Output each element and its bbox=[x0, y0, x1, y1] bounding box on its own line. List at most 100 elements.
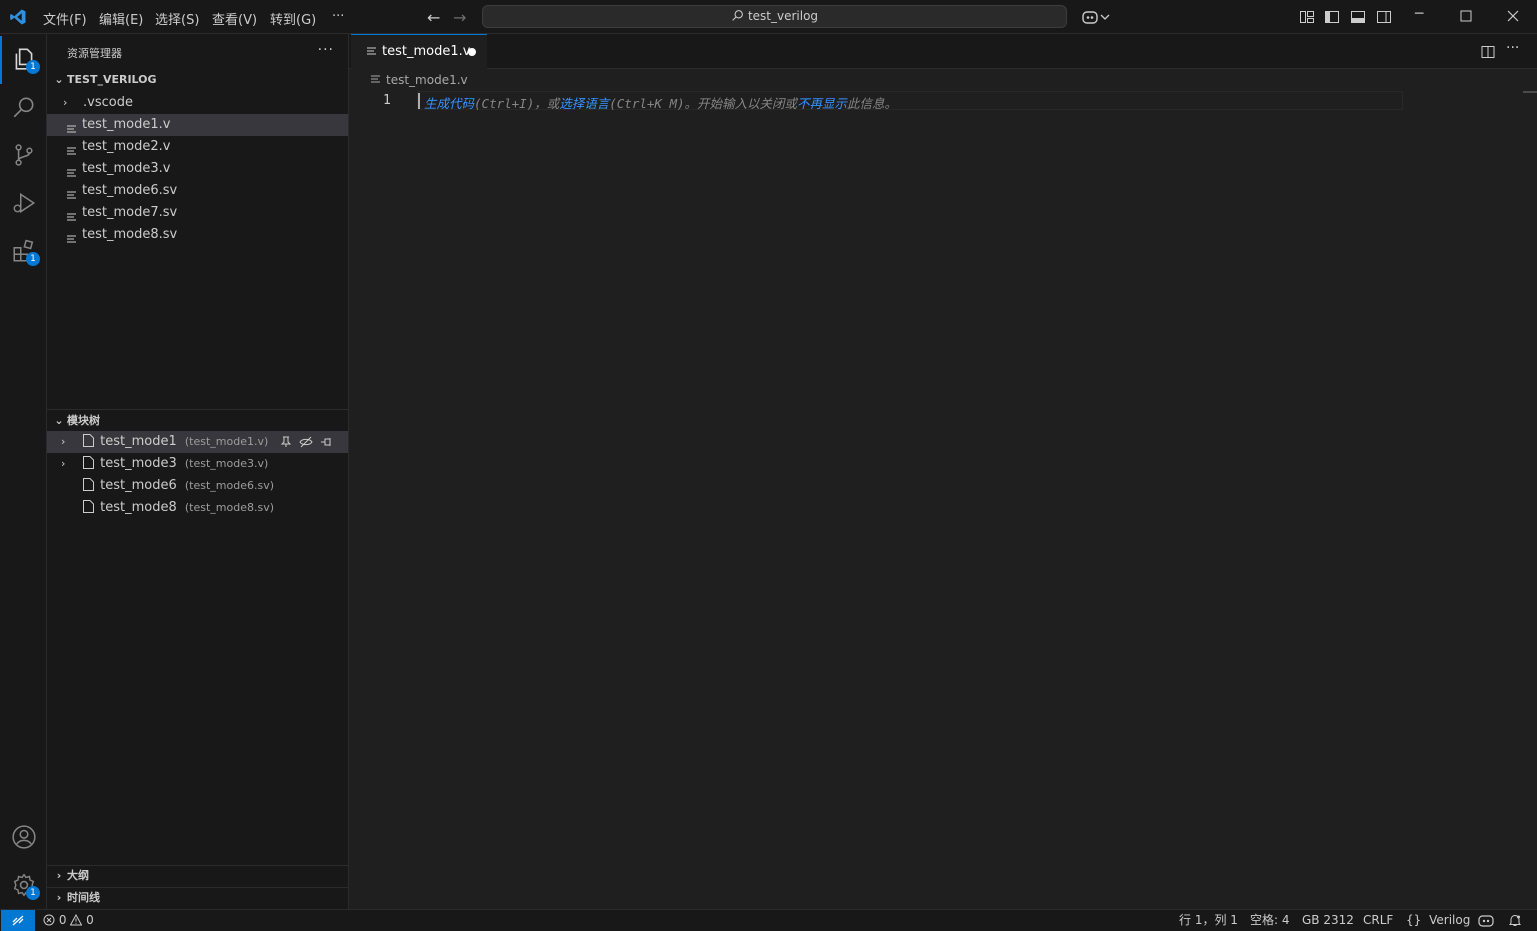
tree-item-file[interactable]: test_mode6.sv bbox=[47, 180, 348, 202]
module-tree-item[interactable]: test_mode6 (test_mode6.sv) bbox=[47, 475, 348, 497]
module-tree-item[interactable]: › test_mode3 (test_mode3.v) bbox=[47, 453, 348, 475]
menu-go[interactable]: 转到(G) bbox=[270, 9, 316, 28]
text-cursor bbox=[418, 93, 420, 109]
dont-show-again-link[interactable]: 不再显示 bbox=[797, 96, 847, 111]
activity-bar: 1 1 1 bbox=[0, 34, 47, 909]
back-arrow-icon[interactable]: ← bbox=[427, 8, 440, 27]
tab-label: test_mode1.v bbox=[382, 44, 471, 59]
warning-icon bbox=[69, 913, 83, 926]
file-lines-icon bbox=[67, 120, 77, 133]
timeline-title: 时间线 bbox=[67, 891, 100, 904]
tree-item-label: test_mode1.v bbox=[82, 117, 171, 132]
search-text: test_verilog bbox=[747, 9, 819, 23]
module-tree-header[interactable]: ⌄ 模块树 bbox=[47, 410, 348, 432]
search-icon[interactable] bbox=[11, 94, 37, 120]
tree-item-file[interactable]: test_mode1.v bbox=[47, 114, 348, 136]
warning-count: 0 bbox=[86, 913, 94, 927]
module-name: test_mode3 bbox=[100, 456, 177, 471]
toggle-primary-sidebar-icon[interactable] bbox=[1324, 9, 1340, 25]
toggle-secondary-sidebar-icon[interactable] bbox=[1376, 9, 1392, 25]
breadcrumb-file: test_mode1.v bbox=[386, 73, 468, 87]
menu-edit[interactable]: 编辑(E) bbox=[99, 9, 143, 28]
file-lines-icon bbox=[67, 142, 77, 155]
maximize-icon[interactable] bbox=[1460, 10, 1472, 22]
menu-selection[interactable]: 选择(S) bbox=[155, 9, 199, 28]
tree-item-vscode-folder[interactable]: › .vscode bbox=[47, 92, 348, 114]
forward-arrow-icon[interactable]: → bbox=[453, 8, 466, 27]
tab-test-mode1[interactable]: test_mode1.v bbox=[351, 34, 487, 69]
select-language-link[interactable]: 选择语言 bbox=[559, 96, 609, 111]
source-control-icon[interactable] bbox=[11, 142, 37, 168]
tree-item-label: test_mode3.v bbox=[82, 161, 171, 176]
encoding[interactable]: GB 2312 bbox=[1302, 910, 1354, 931]
notifications-bell-icon[interactable] bbox=[1509, 914, 1521, 927]
run-debug-icon[interactable] bbox=[11, 190, 37, 216]
module-name: test_mode6 bbox=[100, 478, 177, 493]
empty-editor-hint: 生成代码(Ctrl+I)，或选择语言(Ctrl+K M)。开始输入以关闭或不再显… bbox=[424, 93, 897, 112]
copilot-icon[interactable] bbox=[1081, 9, 1101, 25]
breadcrumb[interactable]: test_mode1.v bbox=[371, 73, 468, 87]
problems-indicator[interactable]: 0 0 bbox=[43, 910, 94, 931]
unsaved-dot-icon[interactable] bbox=[468, 48, 476, 56]
split-editor-icon[interactable] bbox=[1481, 45, 1495, 59]
chevron-right-icon: › bbox=[61, 457, 66, 470]
tree-item-file[interactable]: test_mode3.v bbox=[47, 158, 348, 180]
chevron-down-icon[interactable] bbox=[1100, 9, 1110, 25]
chevron-down-icon: ⌄ bbox=[54, 73, 64, 86]
title-bar: 文件(F) 编辑(E) 选择(S) 查看(V) 转到(G) ··· ← → te… bbox=[0, 0, 1537, 34]
extensions-badge: 1 bbox=[26, 252, 40, 266]
generate-code-link[interactable]: 生成代码 bbox=[424, 96, 474, 111]
remote-icon bbox=[12, 915, 24, 926]
menu-more[interactable]: ··· bbox=[332, 9, 344, 24]
chevron-right-icon: › bbox=[63, 96, 68, 109]
customize-layout-icon[interactable] bbox=[1299, 9, 1315, 25]
chevron-down-icon: ⌄ bbox=[54, 414, 64, 427]
outline-section-header[interactable]: › 大纲 bbox=[47, 865, 348, 887]
line-ending[interactable]: CRLF bbox=[1363, 910, 1393, 931]
accounts-icon[interactable] bbox=[11, 824, 37, 850]
hint-text: (Ctrl+K M)。开始输入以关闭或 bbox=[609, 96, 798, 111]
copilot-icon[interactable] bbox=[1478, 914, 1494, 927]
file-icon bbox=[83, 500, 95, 513]
tree-item-file[interactable]: test_mode2.v bbox=[47, 136, 348, 158]
line-number: 1 bbox=[383, 93, 391, 108]
module-tree-item[interactable]: › test_mode1 (test_mode1.v) bbox=[47, 431, 348, 453]
command-center-search[interactable]: test_verilog bbox=[482, 5, 1067, 28]
hint-text: 此信息。 bbox=[847, 96, 898, 111]
folder-section-header[interactable]: ⌄ TEST_VERILOG bbox=[47, 69, 348, 91]
sidebar-more-actions[interactable]: ··· bbox=[318, 42, 334, 58]
editor-more-actions[interactable]: ··· bbox=[1506, 40, 1519, 56]
file-icon bbox=[83, 456, 95, 469]
tab-bar: test_mode1.v ··· bbox=[349, 34, 1537, 69]
module-tree-title: 模块树 bbox=[67, 414, 100, 427]
minimize-icon[interactable]: ─ bbox=[1415, 6, 1423, 22]
module-tree-item[interactable]: test_mode8 (test_mode8.sv) bbox=[47, 497, 348, 519]
close-icon[interactable] bbox=[1507, 10, 1519, 22]
tree-item-file[interactable]: test_mode7.sv bbox=[47, 202, 348, 224]
timeline-section-header[interactable]: › 时间线 bbox=[47, 887, 348, 909]
menu-file[interactable]: 文件(F) bbox=[43, 9, 87, 28]
file-lines-icon bbox=[367, 47, 376, 55]
menu-view[interactable]: 查看(V) bbox=[212, 9, 257, 28]
cursor-position[interactable]: 行 1，列 1 bbox=[1179, 910, 1238, 931]
language-mode[interactable]: {} Verilog bbox=[1406, 910, 1470, 931]
file-icon bbox=[83, 434, 95, 447]
tree-item-label: .vscode bbox=[83, 95, 133, 110]
braces-icon: {} bbox=[1406, 913, 1422, 927]
chevron-right-icon: › bbox=[56, 891, 62, 904]
tree-item-file[interactable]: test_mode8.sv bbox=[47, 224, 348, 246]
tree-item-label: test_mode6.sv bbox=[82, 183, 178, 198]
outline-title: 大纲 bbox=[67, 869, 89, 882]
vscode-logo-icon bbox=[10, 9, 26, 25]
toggle-panel-icon[interactable] bbox=[1350, 9, 1366, 25]
pin-icon[interactable] bbox=[280, 436, 292, 448]
explorer-badge: 1 bbox=[26, 60, 40, 74]
eye-closed-icon[interactable] bbox=[299, 436, 313, 448]
sidebar-title: 资源管理器 bbox=[67, 47, 122, 60]
remote-indicator[interactable] bbox=[1, 910, 35, 931]
folder-name: TEST_VERILOG bbox=[67, 73, 157, 86]
pin-side-icon[interactable] bbox=[320, 436, 334, 448]
tree-item-label: test_mode2.v bbox=[82, 139, 171, 154]
module-file: (test_mode6.sv) bbox=[184, 479, 275, 492]
indentation[interactable]: 空格: 4 bbox=[1250, 910, 1290, 931]
